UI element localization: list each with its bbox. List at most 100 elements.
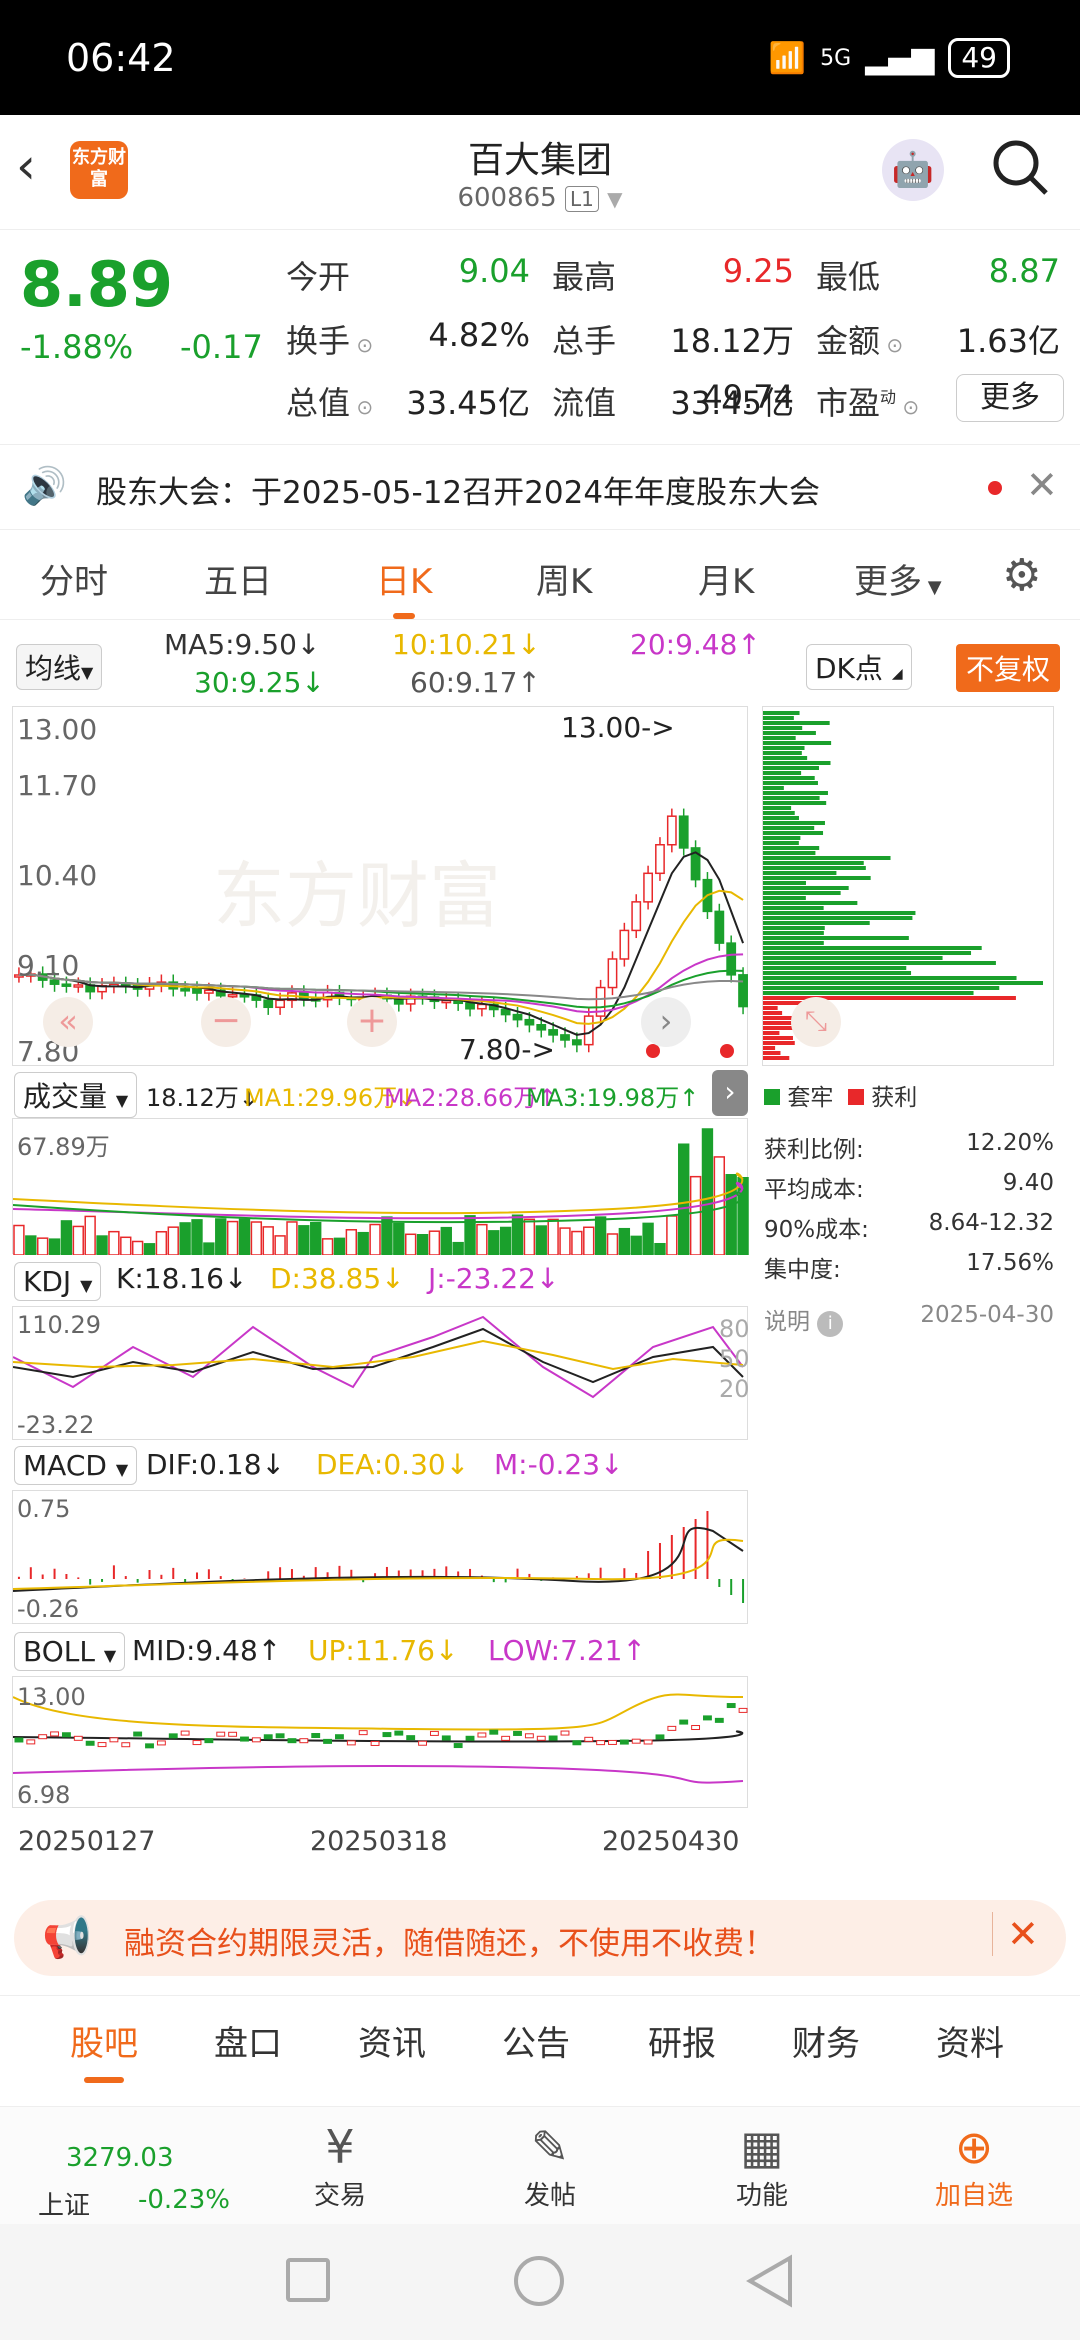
low-marker: 7.80-> [459,1033,555,1066]
unread-dot [988,481,1002,495]
info-icon[interactable]: ⊙ [880,333,903,357]
volume-bar [547,1218,559,1256]
index-name: 上证 [38,2191,91,2221]
kdj-selector[interactable]: KDJ ▼ [14,1262,102,1301]
tab-daily-k[interactable]: 日K [376,554,432,619]
boll-candle [263,1734,273,1740]
ma30-value: 30:9.25↓ [194,666,325,699]
quote-value: 33.45亿 [406,384,530,422]
tab-research[interactable]: 研报 [648,2016,716,2065]
robot-avatar-icon[interactable]: 🤖 [882,139,944,201]
kline-chart[interactable]: 东方财富 13.00 11.70 10.40 9.10 7.80 13.00->… [12,706,748,1068]
boll-candle [133,1731,143,1737]
volume-chart[interactable]: 67.89万 [12,1118,749,1256]
tab-weekly-k[interactable]: 周K [536,554,592,603]
tab-forum[interactable]: 股吧 [70,2016,138,2083]
volume-bar [381,1216,393,1256]
volume-bar [678,1143,690,1256]
chip-bar [763,816,799,820]
tab-announcements[interactable]: 公告 [502,2016,570,2065]
adjust-button[interactable]: 不复权 [955,644,1060,692]
volume-bar [440,1226,452,1256]
trade-button[interactable]: ¥ 交易 [280,2119,400,2212]
more-quote-button[interactable]: 更多 [956,374,1064,422]
boll-candle [596,1740,606,1746]
caret-down-icon: ▼ [103,1646,117,1665]
info-icon[interactable]: ⊙ [350,333,373,357]
volume-value: 18.12万↓ [146,1084,259,1112]
volume-bar [583,1226,595,1256]
chip-bar [763,1051,781,1055]
info-icon[interactable]: ⊙ [896,395,919,419]
y-axis-2: 11.70 [17,769,98,802]
kdj-top-label: 110.29 [17,1311,101,1339]
tab-monthly-k[interactable]: 月K [698,554,754,603]
chip-row: 90%成本: 8.64-12.32 [764,1210,1054,1244]
kdj-chart[interactable]: 110.29 -23.22 80 50 20 [12,1306,750,1440]
zoom-in-icon[interactable]: + [347,997,397,1047]
tab-five-day[interactable]: 五日 [204,554,272,603]
chip-footer[interactable]: 说明 i 2025-04-30 [764,1302,1054,1337]
post-button[interactable]: ✎ 发帖 [490,2119,610,2212]
boll-candle [156,1740,166,1746]
settings-gear-icon[interactable]: ⚙ [1002,550,1041,601]
date-mid: 20250318 [310,1826,448,1857]
volume-bar [618,1227,631,1256]
search-icon[interactable] [990,137,1050,197]
tab-finance[interactable]: 财务 [792,2016,860,2065]
volume-selector[interactable]: 成交量 ▼ [14,1072,138,1118]
macd-chart[interactable]: 0.75 -0.26 [12,1490,748,1624]
boll-top-label: 13.00 [17,1683,86,1711]
scroll-left-icon[interactable]: « [43,997,93,1047]
candle-body [441,999,452,1004]
volume-bar [250,1221,263,1256]
macd-selector[interactable]: MACD ▼ [14,1446,138,1485]
expand-icon[interactable]: ⤡ [791,997,841,1047]
boll-chart[interactable]: 13.00 6.98 [12,1676,748,1809]
tab-intraday[interactable]: 分时 [40,554,108,603]
quote-value: 18.12万 [670,322,794,360]
chip-distribution[interactable]: ⤡ [762,706,1054,1066]
collapse-arrow-icon[interactable]: › [712,1070,748,1116]
volume-bar [321,1238,334,1256]
add-watchlist-button[interactable]: ⊕ 加自选 [914,2119,1034,2212]
recents-icon[interactable] [286,2258,330,2302]
zoom-out-icon[interactable]: − [201,997,251,1047]
volume-bar [262,1226,274,1256]
kdj-bottom-label: -23.22 [17,1411,95,1439]
macd-dea: DEA:0.30↓ [316,1448,470,1481]
volume-bar [666,1215,678,1256]
dk-point-selector[interactable]: DK点 ◢ [806,644,912,690]
ma-selector[interactable]: 均线▼ [16,644,103,690]
tab-news[interactable]: 资讯 [358,2016,426,2065]
index-pct: -0.23% [138,2185,230,2215]
chip-bar [763,781,818,785]
boll-candle [287,1738,297,1744]
close-icon[interactable]: ✕ [1026,463,1058,507]
back-nav-icon[interactable] [745,2254,794,2312]
candle-body [714,910,725,944]
macd-m: M:-0.23↓ [494,1448,624,1481]
date-end: 20250430 [602,1826,740,1857]
promo-banner[interactable]: 📢 融资合约期限灵活，随借随还，不使用不收费！ ✕ [14,1900,1066,1976]
scroll-right-icon[interactable]: › [641,997,691,1047]
macd-selector-label: MACD [23,1449,107,1482]
volume-bar [13,1224,25,1256]
tab-profile[interactable]: 资料 [936,2016,1004,2065]
watermark-text: 东方财富 [213,854,502,938]
home-icon[interactable] [514,2256,564,2306]
info-icon[interactable]: ⊙ [350,395,373,419]
tab-orderbook[interactable]: 盘口 [214,2016,282,2065]
notice-bar[interactable]: 🔊 股东大会：于2025-05-12召开2024年年度股东大会 ✕ [0,444,1080,530]
quote-label: 总值 ⊙ [286,384,374,422]
ma-selector-label: 均线 [25,652,82,685]
boll-candle [394,1730,404,1736]
functions-button[interactable]: ▦ 功能 [702,2119,822,2212]
high-marker: 13.00-> [561,711,675,744]
tab-more[interactable]: 更多 ▼ [854,554,942,603]
boll-candle [418,1740,427,1746]
boll-candle [667,1725,677,1731]
boll-selector[interactable]: BOLL ▼ [14,1632,126,1671]
close-icon[interactable]: ✕ [992,1912,1039,1956]
candle-body [536,1024,547,1031]
